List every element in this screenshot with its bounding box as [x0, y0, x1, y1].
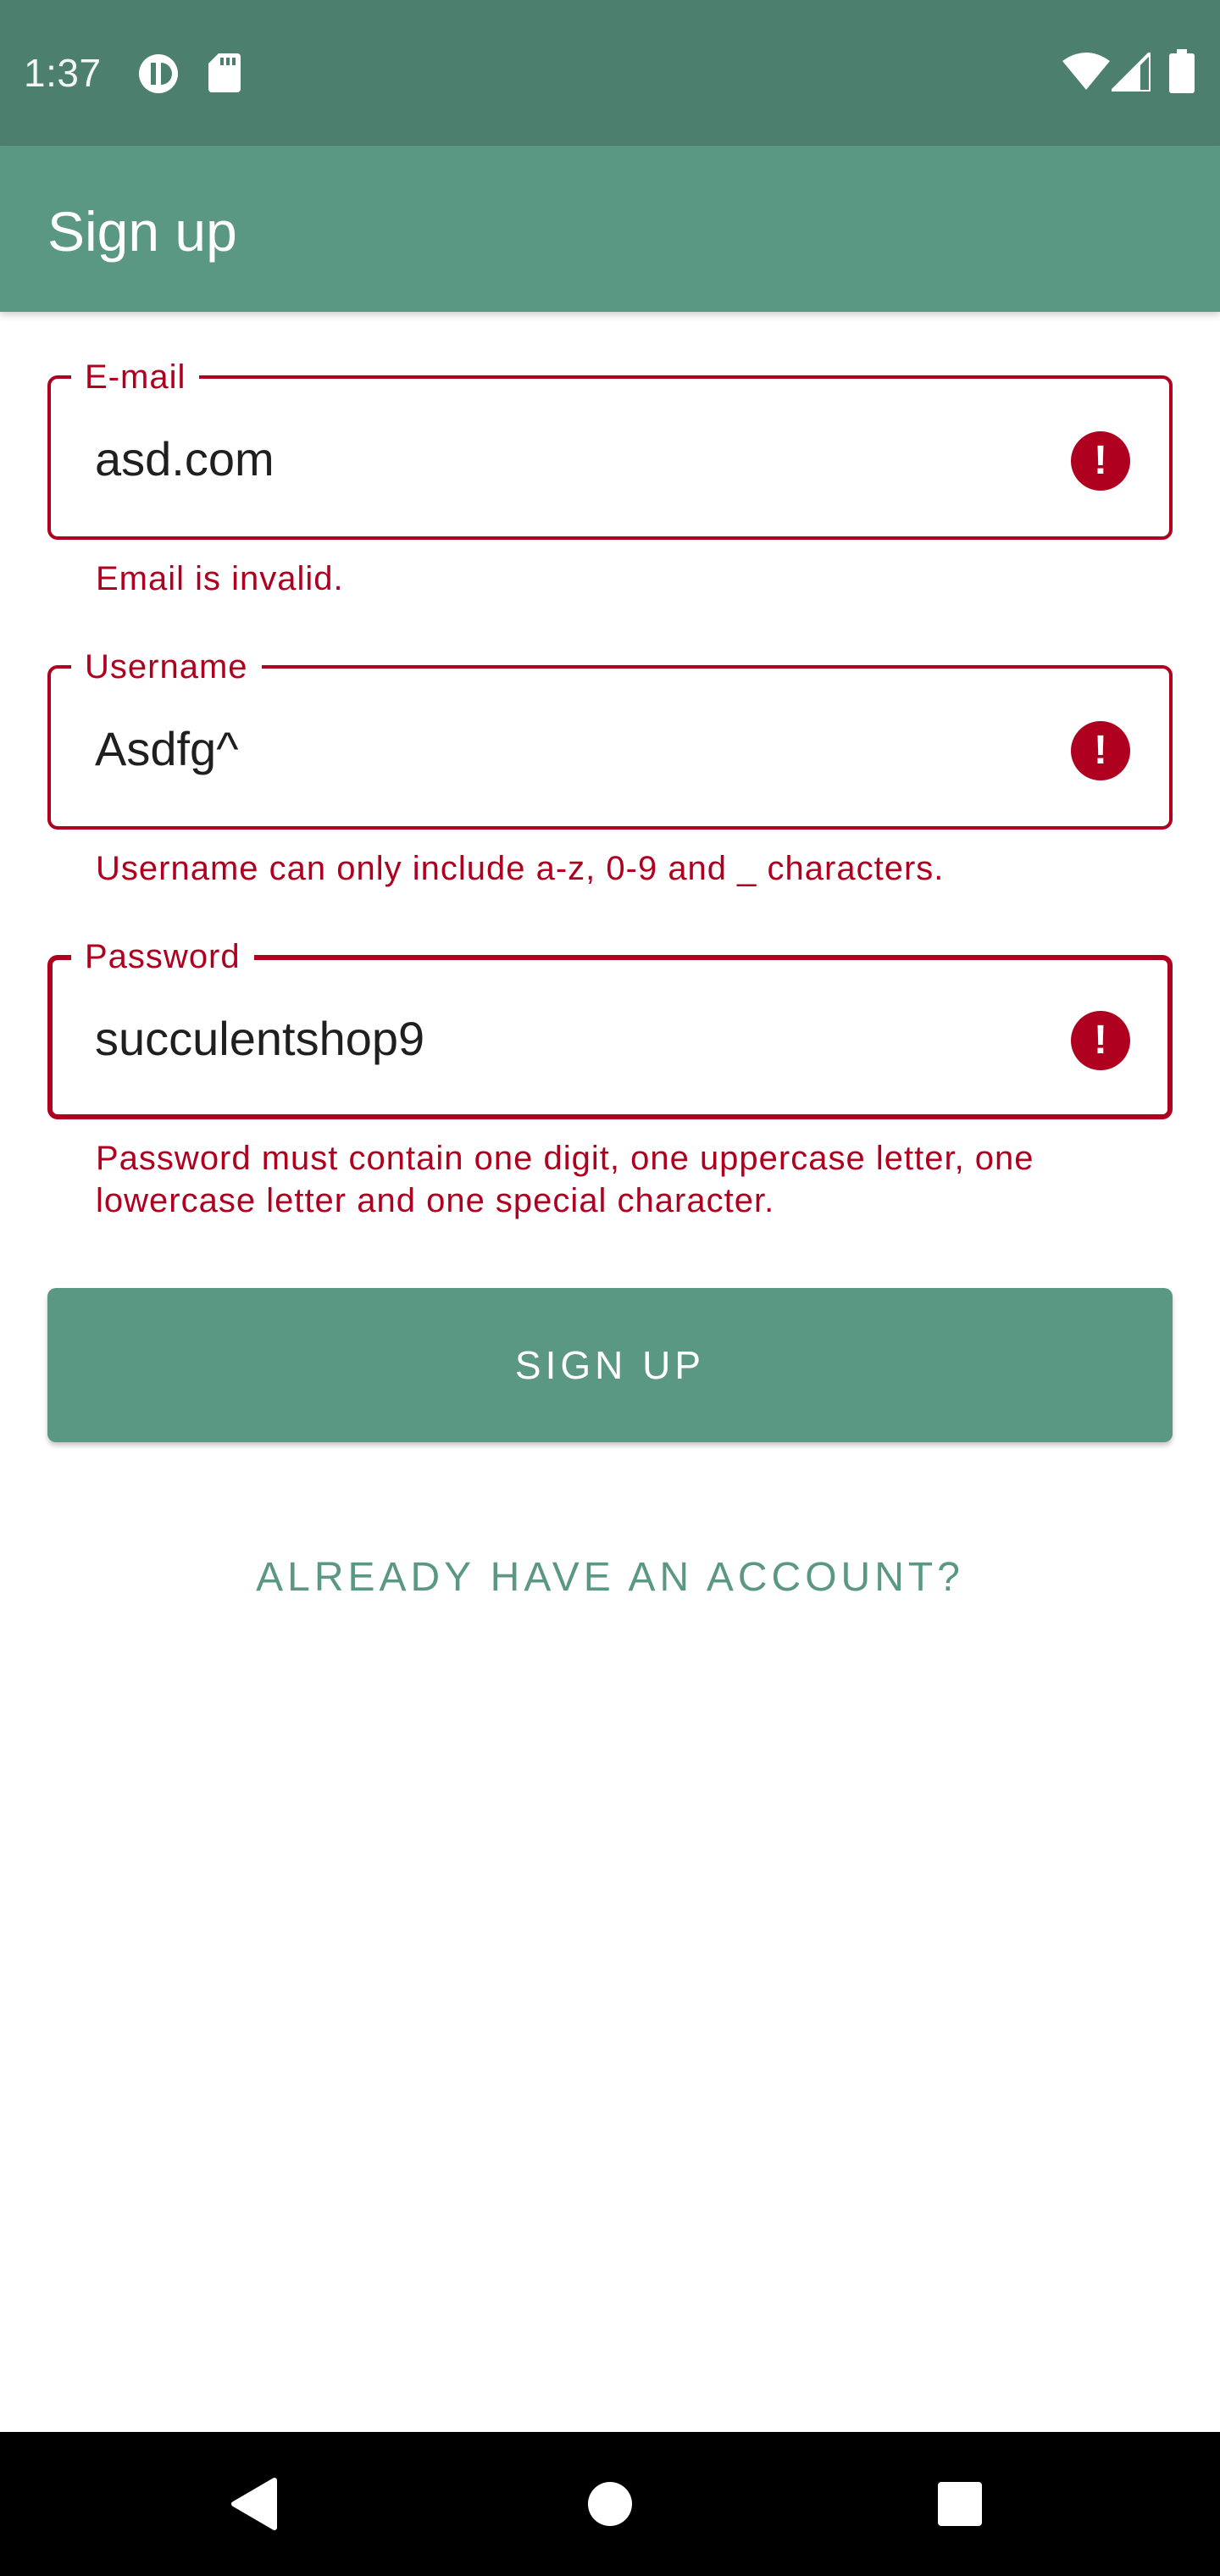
- battery-icon: [1169, 49, 1195, 93]
- status-time: 1:37: [24, 51, 102, 95]
- username-field-label: Username: [71, 647, 262, 687]
- status-bar: 1:37: [0, 0, 1220, 146]
- already-have-account-link[interactable]: ALREADY HAVE AN ACCOUNT?: [0, 1551, 1220, 1605]
- password-field-label: Password: [71, 936, 254, 977]
- page-title: Sign up: [47, 200, 237, 263]
- back-icon[interactable]: [230, 2477, 278, 2531]
- cell-signal-icon: [1112, 53, 1151, 92]
- navigation-bar: [0, 2432, 1220, 2576]
- password-field[interactable]: Password succulentshop9 !: [47, 936, 1173, 1119]
- email-field-label: E-mail: [71, 357, 200, 397]
- sign-up-button[interactable]: SIGN UP: [47, 1288, 1173, 1442]
- data-saver-icon: [139, 54, 178, 93]
- error-icon: !: [1071, 1011, 1130, 1070]
- email-error-text: Email is invalid.: [96, 560, 344, 597]
- wifi-icon: [1062, 53, 1110, 90]
- sd-card-icon: [208, 53, 241, 92]
- error-icon: !: [1071, 431, 1130, 491]
- password-input-value[interactable]: succulentshop9: [95, 1011, 1027, 1067]
- email-input-value[interactable]: asd.com: [95, 431, 1027, 487]
- email-field[interactable]: E-mail asd.com !: [47, 357, 1173, 540]
- app-bar: Sign up: [0, 146, 1220, 312]
- username-input-value[interactable]: Asdfg^: [95, 721, 1027, 777]
- password-error-text: Password must contain one digit, one upp…: [96, 1140, 1034, 1219]
- recents-icon[interactable]: [938, 2482, 982, 2526]
- home-icon[interactable]: [588, 2482, 632, 2526]
- error-icon: !: [1071, 721, 1130, 780]
- username-field[interactable]: Username Asdfg^ !: [47, 647, 1173, 830]
- username-error-text: Username can only include a-z, 0-9 and _…: [96, 850, 945, 887]
